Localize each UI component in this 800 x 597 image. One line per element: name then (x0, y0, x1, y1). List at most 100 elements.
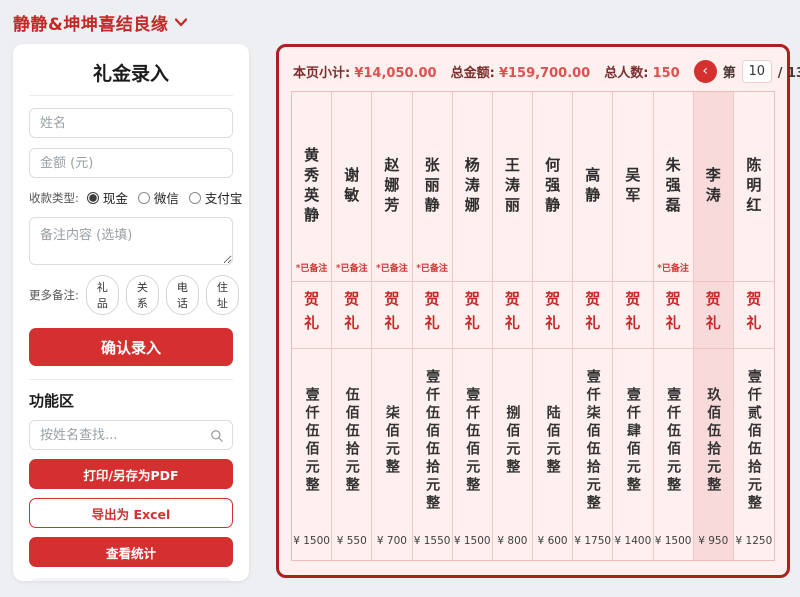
gift-cell: 贺礼 (452, 282, 492, 349)
name-input[interactable] (29, 108, 233, 138)
gift-cell: 贺礼 (372, 282, 412, 349)
amount-capital: 壹仟伍佰元整 (464, 387, 481, 495)
search-icon (210, 428, 224, 447)
gift-label: 贺礼 (703, 291, 722, 339)
guest-name: 高静 (583, 166, 602, 207)
ledger-column[interactable]: 朱强磊 *已备注 贺礼 壹仟伍佰元整 ¥ 1500 (653, 92, 694, 560)
page-input[interactable] (741, 60, 772, 83)
amount-capital: 伍佰伍拾元整 (343, 387, 360, 495)
gift-label: 贺礼 (583, 291, 602, 339)
page-subtotal-value: ¥14,050.00 (354, 66, 437, 81)
guest-name: 杨涛娜 (462, 156, 481, 217)
noted-badge: *已备注 (376, 264, 408, 274)
guest-count: 总人数: 150 (604, 62, 679, 81)
name-cell: 黄秀英静 *已备注 (292, 92, 332, 282)
payment-radio[interactable]: 微信 (137, 188, 179, 207)
gift-cell: 贺礼 (533, 282, 573, 349)
guest-name: 陈明红 (744, 156, 763, 217)
export-excel-button[interactable]: 导出为 Excel (29, 498, 233, 528)
amount-numeric: ¥ 1400 (614, 535, 652, 547)
name-cell: 李涛 (693, 92, 733, 282)
main-layout: 礼金录入 收款类型: 现金 微信 支付宝 其他 更多备注: 礼品关系电话住址 确… (13, 44, 800, 581)
ledger-header: 本页小计: ¥14,050.00 总金额: ¥159,700.00 总人数: 1… (293, 60, 800, 83)
amount-cell: 壹仟伍佰元整 ¥ 1500 (654, 349, 693, 560)
radio-label: 微信 (153, 191, 179, 206)
view-stats-button[interactable]: 查看统计 (29, 537, 233, 567)
note-chips: 礼品 关系 电话 住址 (85, 275, 239, 315)
amount-capital: 捌佰元整 (504, 405, 521, 477)
ledger-column[interactable]: 黄秀英静 *已备注 贺礼 壹仟伍佰元整 ¥ 1500 (292, 92, 333, 560)
gift-cell: 贺礼 (693, 282, 733, 349)
grand-total-value: ¥159,700.00 (498, 66, 591, 81)
gift-label: 贺礼 (302, 291, 321, 339)
amount-capital: 壹仟伍佰元整 (303, 387, 320, 495)
amount-capital: 壹仟贰佰伍拾元整 (745, 369, 762, 513)
ledger-column[interactable]: 王涛丽 贺礼 捌佰元整 ¥ 800 (492, 92, 533, 560)
guest-name: 李涛 (703, 166, 722, 207)
amount-cell: 壹仟柒佰伍拾元整 ¥ 1750 (573, 349, 612, 560)
ledger-column[interactable]: 赵娜芳 *已备注 贺礼 柒佰元整 ¥ 700 (372, 92, 413, 560)
amount-numeric: ¥ 1500 (453, 535, 491, 547)
amount-input[interactable] (29, 148, 233, 178)
ledger-column[interactable]: 杨涛娜 贺礼 壹仟伍佰元整 ¥ 1500 (452, 92, 493, 560)
amount-cell: 壹仟贰佰伍拾元整 ¥ 1250 (734, 349, 774, 560)
gift-cell: 贺礼 (733, 282, 774, 349)
amount-cell: 陆佰元整 ¥ 600 (533, 349, 572, 560)
payment-options: 现金 微信 支付宝 其他 (86, 188, 249, 207)
gift-label: 贺礼 (543, 291, 562, 339)
ledger-column[interactable]: 何强静 贺礼 陆佰元整 ¥ 600 (533, 92, 574, 560)
page-subtotal: 本页小计: ¥14,050.00 (293, 62, 437, 81)
amount-cell: 柒佰元整 ¥ 700 (372, 349, 411, 560)
gift-cell: 贺礼 (653, 282, 693, 349)
ledger-column[interactable]: 谢敏 *已备注 贺礼 伍佰伍拾元整 ¥ 550 (332, 92, 373, 560)
name-cell: 赵娜芳 *已备注 (372, 92, 412, 282)
note-chip[interactable]: 关系 (125, 275, 159, 315)
ledger-column[interactable]: 高静 贺礼 壹仟柒佰伍拾元整 ¥ 1750 (573, 92, 614, 560)
gift-label: 贺礼 (502, 291, 521, 339)
amount-numeric: ¥ 600 (537, 535, 568, 547)
radio-label: 支付宝 (204, 191, 243, 206)
amount-numeric: ¥ 550 (336, 535, 367, 547)
search-input[interactable] (29, 420, 233, 450)
note-chip[interactable]: 电话 (165, 275, 199, 315)
voice-broadcast-row: 语音播报 (29, 578, 233, 581)
ledger-column[interactable]: 吴军 贺礼 壹仟肆佰元整 ¥ 1400 (613, 92, 654, 560)
name-cell: 张丽静 *已备注 (412, 92, 452, 282)
page-prefix: 第 (722, 66, 736, 81)
prev-page-button[interactable]: ‹ (693, 60, 717, 83)
amount-numeric: ¥ 800 (497, 535, 528, 547)
amount-numeric: ¥ 950 (698, 535, 729, 547)
amount-capital: 壹仟伍佰元整 (665, 387, 682, 495)
name-cell: 杨涛娜 (452, 92, 492, 282)
page-suffix: / 13 页 (777, 66, 800, 81)
print-pdf-button[interactable]: 打印/另存为PDF (29, 459, 233, 489)
guest-name: 王涛丽 (502, 156, 521, 217)
payment-radio[interactable]: 支付宝 (188, 188, 243, 207)
ledger-column[interactable]: 陈明红 贺礼 壹仟贰佰伍拾元整 ¥ 1250 (733, 92, 774, 560)
ledger-column[interactable]: 李涛 贺礼 玖佰伍拾元整 ¥ 950 (693, 92, 734, 560)
event-title: 静静&坤坤喜结良缘 (13, 14, 169, 35)
amount-numeric: ¥ 700 (376, 535, 407, 547)
more-notes-label: 更多备注: (29, 288, 79, 302)
name-cell: 何强静 (533, 92, 573, 282)
amount-capital: 壹仟伍佰伍拾元整 (424, 369, 441, 513)
note-chip[interactable]: 住址 (205, 275, 239, 315)
guest-name: 赵娜芳 (382, 156, 401, 217)
payment-radio[interactable]: 现金 (86, 188, 128, 207)
radio-circle-icon (137, 191, 150, 204)
note-chip[interactable]: 礼品 (85, 275, 119, 315)
confirm-entry-button[interactable]: 确认录入 (29, 328, 233, 366)
notes-textarea[interactable] (29, 217, 233, 265)
amount-capital: 壹仟肆佰元整 (624, 387, 641, 495)
amount-numeric: ¥ 1750 (574, 535, 612, 547)
noted-badge: *已备注 (657, 264, 689, 274)
guest-name: 吴军 (623, 166, 642, 207)
noted-badge: *已备注 (416, 264, 448, 274)
event-title-dropdown[interactable]: 静静&坤坤喜结良缘 (13, 9, 790, 35)
name-cell: 吴军 (613, 92, 653, 282)
amount-cell: 壹仟伍佰元整 ¥ 1500 (292, 349, 331, 560)
amount-cell: 玖佰伍拾元整 ¥ 950 (693, 349, 733, 560)
ledger-column[interactable]: 张丽静 *已备注 贺礼 壹仟伍佰伍拾元整 ¥ 1550 (412, 92, 453, 560)
name-cell: 朱强磊 *已备注 (653, 92, 693, 282)
name-cell: 陈明红 (733, 92, 774, 282)
